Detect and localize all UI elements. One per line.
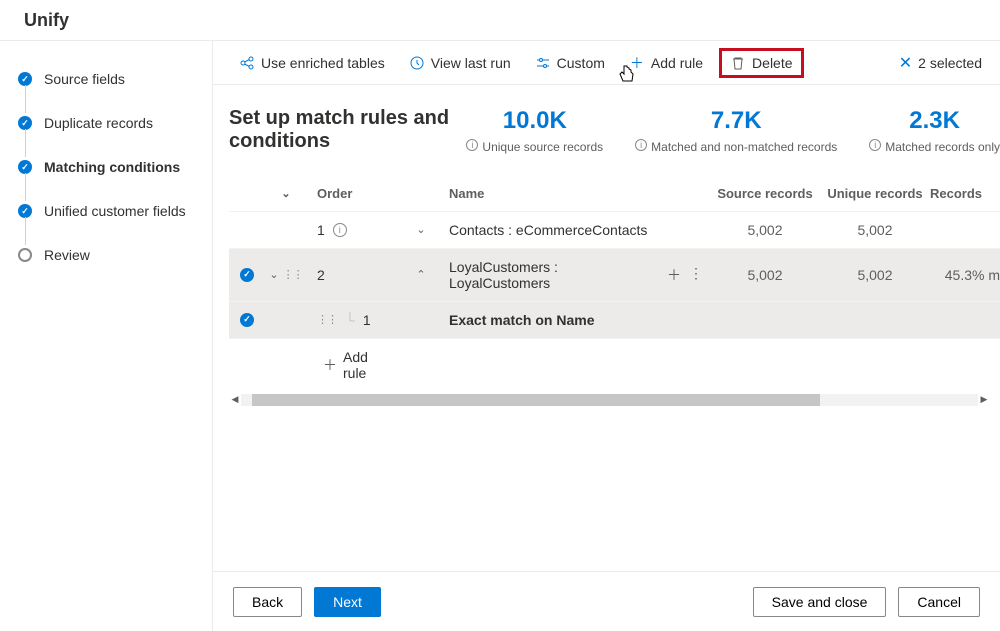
col-source[interactable]: Source records bbox=[710, 186, 820, 201]
circle-icon bbox=[18, 248, 32, 262]
checkmark-icon[interactable] bbox=[240, 268, 254, 282]
close-icon[interactable]: ✕ bbox=[899, 53, 912, 73]
step-matching-conditions[interactable]: Matching conditions bbox=[18, 159, 212, 175]
col-name[interactable]: Name bbox=[445, 186, 660, 201]
sliders-icon bbox=[535, 55, 551, 71]
col-order[interactable]: Order bbox=[307, 186, 397, 201]
subrule-name: Exact match on Name bbox=[445, 312, 660, 328]
scroll-right-icon[interactable]: ▶ bbox=[978, 394, 990, 405]
stat-matched: 7.7K iMatched and non-matched records bbox=[635, 107, 837, 156]
use-enriched-tables-button[interactable]: Use enriched tables bbox=[231, 51, 393, 75]
history-icon bbox=[409, 55, 425, 71]
footer: Back Next Save and close Cancel bbox=[213, 571, 1000, 631]
chevron-down-icon[interactable]: ⌄ bbox=[416, 223, 425, 236]
chevron-up-icon[interactable]: ⌃ bbox=[416, 268, 425, 281]
step-duplicate-records[interactable]: Duplicate records bbox=[18, 115, 212, 131]
app-header: Unify bbox=[0, 0, 1000, 41]
horizontal-scrollbar[interactable]: ◀ ▶ bbox=[229, 393, 990, 407]
add-rule-inline-button[interactable]: ＋ Add rule bbox=[323, 349, 395, 381]
add-rule-row: ＋ Add rule bbox=[229, 338, 1000, 391]
plus-icon[interactable]: ＋ bbox=[667, 265, 681, 285]
toolbar: Use enriched tables View last run Custom… bbox=[213, 41, 1000, 85]
info-icon[interactable]: i bbox=[466, 139, 478, 151]
row-name: LoyalCustomers : LoyalCustomers bbox=[445, 259, 660, 291]
view-last-run-button[interactable]: View last run bbox=[401, 51, 519, 75]
stat-matched-only: 2.3K iMatched records only bbox=[869, 107, 1000, 156]
row-name: Contacts : eCommerceContacts bbox=[445, 222, 660, 238]
table-row[interactable]: 1i ⌄ Contacts : eCommerceContacts 5,002 … bbox=[229, 211, 1000, 248]
step-label: Source fields bbox=[44, 71, 125, 87]
app-title: Unify bbox=[24, 10, 69, 31]
plus-icon: ＋ bbox=[323, 355, 337, 375]
delete-button[interactable]: Delete bbox=[719, 48, 803, 78]
info-icon[interactable]: i bbox=[333, 223, 347, 237]
more-icon[interactable]: ⋮ bbox=[689, 265, 703, 285]
col-unique[interactable]: Unique records bbox=[820, 186, 930, 201]
step-label: Review bbox=[44, 247, 90, 263]
checkmark-icon bbox=[18, 72, 32, 86]
share-icon bbox=[239, 55, 255, 71]
page-title: Set up match rules and conditions bbox=[229, 107, 466, 153]
back-button[interactable]: Back bbox=[233, 587, 302, 617]
table-header: ⌄ Order Name Source records Unique recor… bbox=[229, 176, 1000, 211]
table-row[interactable]: ⌄⋮⋮ 2 ⌃ LoyalCustomers : LoyalCustomers … bbox=[229, 248, 1000, 301]
step-source-fields[interactable]: Source fields bbox=[18, 71, 212, 87]
info-icon[interactable]: i bbox=[869, 139, 881, 151]
custom-button[interactable]: Custom bbox=[527, 51, 613, 75]
chevron-down-icon[interactable]: ⌄ bbox=[269, 268, 278, 281]
add-rule-button[interactable]: ＋ Add rule bbox=[621, 51, 711, 75]
step-review[interactable]: Review bbox=[18, 247, 212, 263]
stat-unique-source: 10.0K iUnique source records bbox=[466, 107, 603, 156]
checkmark-icon bbox=[18, 204, 32, 218]
info-icon[interactable]: i bbox=[635, 139, 647, 151]
step-unified-customer-fields[interactable]: Unified customer fields bbox=[18, 203, 212, 219]
step-label: Unified customer fields bbox=[44, 203, 186, 219]
rules-table: ⌄ Order Name Source records Unique recor… bbox=[229, 176, 1000, 391]
scroll-left-icon[interactable]: ◀ bbox=[229, 394, 241, 405]
next-button[interactable]: Next bbox=[314, 587, 381, 617]
chevron-down-icon[interactable]: ⌄ bbox=[281, 187, 290, 200]
cancel-button[interactable]: Cancel bbox=[898, 587, 980, 617]
trash-icon bbox=[730, 55, 746, 71]
selection-count[interactable]: ✕ 2 selected bbox=[899, 53, 982, 73]
checkmark-icon[interactable] bbox=[240, 313, 254, 327]
wizard-sidebar: Source fields Duplicate records Matching… bbox=[0, 41, 213, 631]
step-label: Duplicate records bbox=[44, 115, 153, 131]
drag-handle-icon[interactable]: ⋮⋮ bbox=[317, 313, 337, 326]
table-row-subrule[interactable]: ⋮⋮└1 Exact match on Name bbox=[229, 301, 1000, 338]
plus-icon: ＋ bbox=[629, 55, 645, 71]
step-label: Matching conditions bbox=[44, 159, 180, 175]
save-and-close-button[interactable]: Save and close bbox=[753, 587, 887, 617]
drag-handle-icon[interactable]: ⋮⋮ bbox=[283, 268, 303, 281]
checkmark-icon bbox=[18, 160, 32, 174]
checkmark-icon bbox=[18, 116, 32, 130]
col-matched[interactable]: Records bbox=[930, 186, 1000, 201]
